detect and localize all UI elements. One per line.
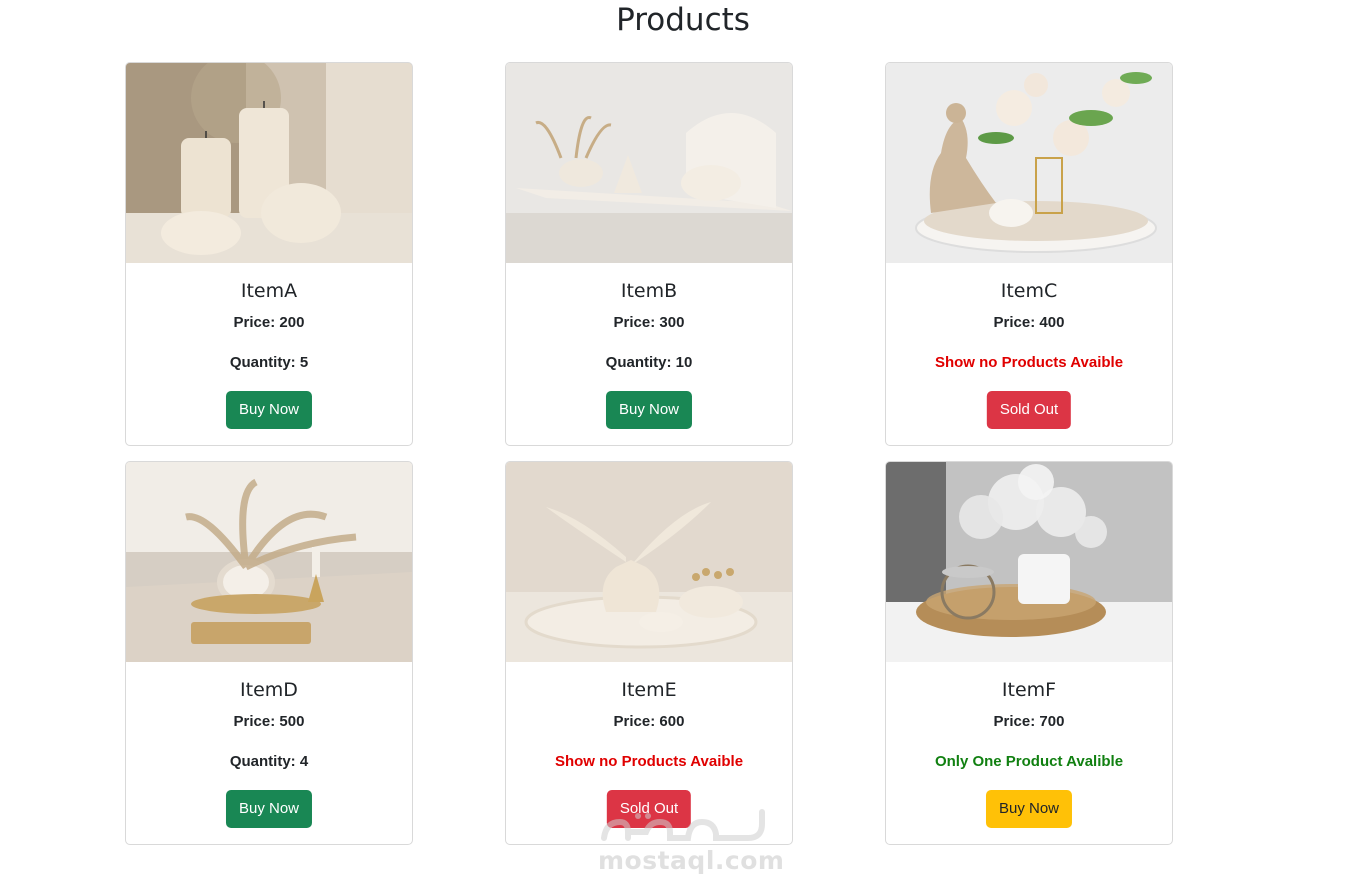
product-name: ItemC <box>1000 280 1058 302</box>
product-price: Price: 700 <box>993 713 1065 730</box>
product-price: Price: 300 <box>613 314 685 331</box>
buy-now-button[interactable]: Buy Now <box>985 790 1073 828</box>
buy-now-button[interactable]: Buy Now <box>225 790 313 828</box>
product-card: ItemA Price: 200 Quantity: 5 Buy Now <box>125 62 413 446</box>
roses-figurine-image <box>886 63 1172 263</box>
product-name: ItemA <box>240 280 298 302</box>
product-card: ItemB Price: 300 Quantity: 10 Buy Now <box>505 62 793 446</box>
product-price: Price: 200 <box>233 314 305 331</box>
product-card: ItemE Price: 600 Show no Products Avaibl… <box>505 461 793 845</box>
buy-now-button[interactable]: Buy Now <box>605 391 693 429</box>
babys-breath-tray-image <box>886 462 1172 662</box>
product-stock-status: Only One Product Avalible <box>934 753 1124 770</box>
candles-image <box>126 63 412 263</box>
product-price: Price: 400 <box>993 314 1065 331</box>
product-price: Price: 500 <box>233 713 305 730</box>
product-card: ItemF Price: 700 Only One Product Avalib… <box>885 461 1173 845</box>
watermark-text: mostaql.com <box>598 846 785 875</box>
product-name: ItemF <box>1001 679 1057 701</box>
product-card: ItemD Price: 500 Quantity: 4 Buy Now <box>125 461 413 845</box>
buy-now-button[interactable]: Buy Now <box>225 391 313 429</box>
sold-out-button[interactable]: Sold Out <box>986 391 1072 429</box>
product-stock-status: Show no Products Avaible <box>934 354 1124 371</box>
sold-out-button[interactable]: Sold Out <box>606 790 692 828</box>
product-name: ItemB <box>620 280 678 302</box>
product-name: ItemD <box>240 679 298 701</box>
pampas-vase-image <box>126 462 412 662</box>
product-price: Price: 600 <box>613 713 685 730</box>
product-quantity: Quantity: 10 <box>605 354 693 371</box>
product-stock-status: Show no Products Avaible <box>554 753 744 770</box>
product-name: ItemE <box>621 679 677 701</box>
ceramic-vases-image <box>506 462 792 662</box>
product-quantity: Quantity: 4 <box>229 753 309 770</box>
product-quantity: Quantity: 5 <box>229 354 309 371</box>
page-title: Products <box>616 2 750 38</box>
product-card: ItemC Price: 400 Show no Products Avaibl… <box>885 62 1173 446</box>
tray-decor-image <box>506 63 792 263</box>
